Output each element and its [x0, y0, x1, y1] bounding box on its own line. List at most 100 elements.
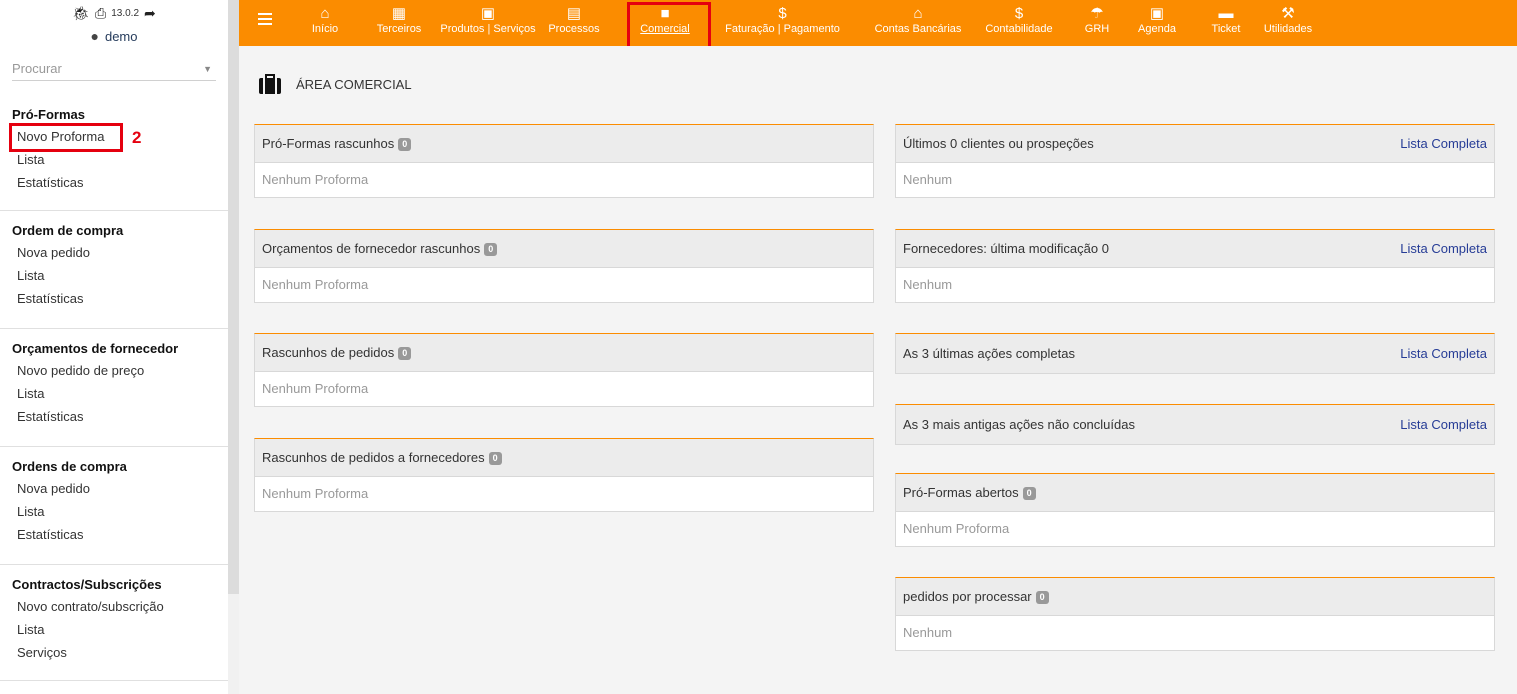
- menu-item-novo-contrato[interactable]: Novo contrato/subscrição: [0, 595, 228, 618]
- nav-contabilidade[interactable]: $ Contabilidade: [978, 0, 1060, 46]
- menu-item-estatisticas[interactable]: Estatísticas: [0, 287, 228, 310]
- print-icon[interactable]: ⎙: [95, 6, 106, 20]
- count-badge: 0: [1035, 591, 1049, 605]
- menu-section-title[interactable]: Orçamentos de fornecedor: [0, 339, 228, 359]
- sidebar: 🐞︎ ⎙ 13.0.2 ➦ ● demo Procurar ▼ Pró-Form…: [0, 0, 228, 694]
- search-placeholder: Procurar: [12, 61, 62, 76]
- sidebar-scroll-track: [228, 594, 239, 694]
- building-icon: ▦: [391, 5, 407, 22]
- sidebar-scrollbar[interactable]: [228, 0, 239, 594]
- full-list-link[interactable]: Lista Completa: [1400, 136, 1487, 151]
- card-pedidos-por-processar: pedidos por processar 0 Nenhum: [895, 577, 1495, 651]
- menu-section-title[interactable]: Ordem de compra: [0, 221, 228, 241]
- annotation-number-2: 2: [132, 128, 142, 147]
- card-header: Pró-Formas rascunhos 0: [255, 125, 873, 163]
- menu-item-lista[interactable]: Lista: [0, 500, 228, 523]
- user-name[interactable]: demo: [105, 29, 138, 44]
- user-link[interactable]: ● demo: [0, 28, 228, 44]
- full-list-link[interactable]: Lista Completa: [1400, 241, 1487, 256]
- count-badge: 0: [398, 138, 412, 152]
- nav-inicio[interactable]: ⌂ Início: [310, 0, 340, 46]
- main-content: ÁREA COMERCIAL Pró-Formas rascunhos 0 Nen…: [239, 46, 1517, 694]
- chevron-down-icon: ▼: [203, 63, 212, 74]
- menu-item-nova-pedido[interactable]: Nova pedido: [0, 241, 228, 264]
- nav-processos[interactable]: ▤ Processos: [548, 0, 600, 46]
- card-header: As 3 mais antigas ações não concluídas L…: [896, 405, 1494, 444]
- card-proformas-abertos: Pró-Formas abertos 0 Nenhum Proforma: [895, 473, 1495, 547]
- count-badge: 0: [484, 243, 498, 257]
- full-list-link[interactable]: Lista Completa: [1400, 417, 1487, 432]
- menu-item-lista[interactable]: Lista: [0, 264, 228, 287]
- count-badge: 0: [1022, 487, 1036, 501]
- page-header: ÁREA COMERCIAL: [259, 74, 412, 94]
- menu-section-orcamentos: Orçamentos de fornecedor Novo pedido de …: [0, 328, 228, 428]
- menu-item-nova-pedido[interactable]: Nova pedido: [0, 477, 228, 500]
- nav-produtos-servicos[interactable]: ▣ Produtos | Serviços: [436, 0, 540, 46]
- nav-faturacao-pagamento[interactable]: $ Faturação | Pagamento: [711, 0, 854, 46]
- hamburger-menu-icon[interactable]: [258, 13, 272, 28]
- page-title: ÁREA COMERCIAL: [296, 76, 412, 92]
- menu-item-estatisticas[interactable]: Estatísticas: [0, 405, 228, 428]
- card-empty-text: Nenhum: [903, 277, 953, 292]
- dollar-icon: $: [1014, 5, 1024, 22]
- menu-section-ordem-compra: Ordem de compra Nova pedido Lista Estatí…: [0, 210, 228, 310]
- card-title[interactable]: pedidos por processar: [903, 589, 1032, 604]
- menu-item-servicos[interactable]: Serviços: [0, 641, 228, 664]
- full-list-link[interactable]: Lista Completa: [1400, 346, 1487, 361]
- wrench-icon: ⚒: [1281, 5, 1295, 22]
- menu-section-contratos: Contractos/Subscrições Novo contrato/sub…: [0, 564, 228, 681]
- top-tools: 🐞︎ ⎙ 13.0.2 ➦: [0, 6, 228, 20]
- logout-icon[interactable]: ➦: [144, 6, 156, 20]
- menu-item-estatisticas[interactable]: Estatísticas: [0, 523, 228, 546]
- card-rascunhos-pedidos-fornecedores: Rascunhos de pedidos a fornecedores 0 Nen…: [254, 438, 874, 512]
- menu-section-ordens-compra: Ordens de compra Nova pedido Lista Estat…: [0, 446, 228, 546]
- nav-ticket[interactable]: ▬ Ticket: [1209, 0, 1243, 46]
- briefcase-icon: [259, 74, 281, 94]
- card-rascunhos-pedidos: Rascunhos de pedidos 0 Nenhum Proforma: [254, 333, 874, 407]
- bank-icon: ⌂: [913, 5, 923, 22]
- calendar-icon: ▣: [1149, 5, 1165, 22]
- count-badge: 0: [398, 347, 412, 361]
- card-fornecedores: Fornecedores: última modificação 0 Lista…: [895, 229, 1495, 303]
- menu-item-lista[interactable]: Lista: [0, 382, 228, 405]
- card-title: Últimos 0 clientes ou prospeções: [903, 136, 1094, 151]
- menu-item-novo-pedido-preco[interactable]: Novo pedido de preço: [0, 359, 228, 382]
- card-title[interactable]: Orçamentos de fornecedor rascunhos: [262, 241, 480, 256]
- user-area: 🐞︎ ⎙ 13.0.2 ➦ ● demo: [0, 0, 228, 52]
- cube-icon: ▣: [480, 5, 496, 22]
- card-title[interactable]: Rascunhos de pedidos a fornecedores: [262, 450, 485, 465]
- card-empty-text: Nenhum Proforma: [262, 486, 369, 501]
- nav-contas-bancarias[interactable]: ⌂ Contas Bancárias: [860, 0, 976, 46]
- nav-utilidades[interactable]: ⚒ Utilidades: [1259, 0, 1317, 46]
- search-select[interactable]: Procurar ▼: [12, 57, 216, 81]
- card-ultimas-acoes: As 3 últimas ações completas Lista Compl…: [895, 333, 1495, 374]
- debug-icon[interactable]: 🐞︎: [72, 6, 90, 20]
- menu-section-title[interactable]: Ordens de compra: [0, 457, 228, 477]
- menu-section-title[interactable]: Contractos/Subscrições: [0, 575, 228, 595]
- card-title[interactable]: Pró-Formas rascunhos: [262, 136, 394, 151]
- card-title: As 3 últimas ações completas: [903, 346, 1075, 361]
- card-header: Últimos 0 clientes ou prospeções Lista C…: [896, 125, 1494, 163]
- card-empty-text: Nenhum Proforma: [262, 277, 369, 292]
- nav-grh[interactable]: ☂ GRH: [1082, 0, 1112, 46]
- menu-section-title[interactable]: Pró-Formas: [0, 105, 228, 125]
- card-title: Fornecedores: última modificação 0: [903, 241, 1109, 256]
- menu-item-lista[interactable]: Lista: [0, 618, 228, 641]
- card-empty-text: Nenhum: [903, 625, 953, 640]
- card-acoes-nao-concluidas: As 3 mais antigas ações não concluídas L…: [895, 404, 1495, 445]
- dollar-icon: $: [778, 5, 787, 22]
- card-empty-text: Nenhum: [903, 172, 953, 187]
- card-empty-text: Nenhum Proforma: [903, 521, 1010, 536]
- version-label: 13.0.2: [111, 7, 140, 19]
- card-title[interactable]: Rascunhos de pedidos: [262, 345, 394, 360]
- card-header: Fornecedores: última modificação 0 Lista…: [896, 230, 1494, 268]
- nav-agenda[interactable]: ▣ Agenda: [1137, 0, 1177, 46]
- card-header: Orçamentos de fornecedor rascunhos 0: [255, 230, 873, 268]
- menu-item-estatisticas[interactable]: Estatísticas: [0, 171, 228, 194]
- nav-terceiros[interactable]: ▦ Terceiros: [371, 0, 427, 46]
- umbrella-icon: ☂: [1090, 5, 1104, 22]
- card-header: Rascunhos de pedidos 0: [255, 334, 873, 372]
- card-title[interactable]: Pró-Formas abertos: [903, 485, 1019, 500]
- clipboard-icon: ▤: [566, 5, 582, 22]
- card-header: As 3 últimas ações completas Lista Compl…: [896, 334, 1494, 373]
